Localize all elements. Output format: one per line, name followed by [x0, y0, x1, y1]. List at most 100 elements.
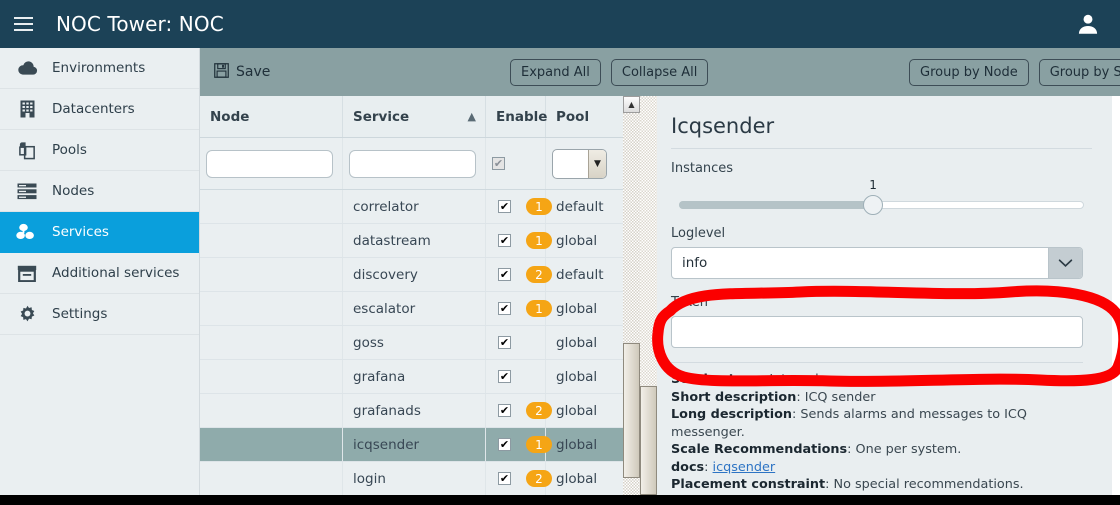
cell-service: login	[343, 462, 486, 495]
cell-node	[200, 292, 343, 325]
cell-node	[200, 190, 343, 223]
detail-scrollbar-thumb[interactable]	[640, 386, 657, 495]
filter-cell-service	[343, 138, 486, 189]
app-title: NOC Tower: NOC	[56, 12, 224, 36]
instances-value: 1	[869, 178, 877, 192]
table-row[interactable]: grafana ✔ global	[200, 360, 639, 394]
instance-count-badge: 1	[526, 436, 552, 453]
sidebar-item-label: Additional services	[52, 265, 180, 281]
instance-count-badge: 2	[526, 470, 552, 487]
gear-icon	[14, 304, 40, 324]
sidebar-item-pools[interactable]: Pools	[0, 130, 199, 171]
cell-service: grafanads	[343, 394, 486, 427]
instance-count-badge: 2	[526, 402, 552, 419]
column-header-label: Pool	[556, 108, 590, 125]
metadata-line: docs: icqsender	[671, 459, 776, 475]
save-button-label: Save	[236, 64, 271, 80]
grid-scroll-up-button[interactable]: ▲	[623, 96, 640, 113]
slider-fill	[679, 201, 873, 209]
table-row[interactable]: icqsender ✔ 1 global	[200, 428, 639, 462]
metadata-key: Short description	[671, 389, 797, 405]
cell-node	[200, 224, 343, 257]
grouping-button-group: Group by Node Group by Service	[909, 58, 1120, 86]
sidebar-item-nodes[interactable]: Nodes	[0, 171, 199, 212]
service-detail-panel: Icqsender Instances 1 Loglevel info Toke…	[657, 96, 1112, 495]
metadata-line: Placement constraint: No special recomme…	[671, 477, 1024, 492]
expand-all-button[interactable]: Expand All	[510, 58, 601, 86]
loglevel-selected-value: info	[682, 255, 708, 271]
sort-ascending-icon: ▲	[467, 110, 476, 123]
enable-checkbox[interactable]: ✔	[498, 370, 511, 383]
service-filter-input[interactable]	[349, 149, 476, 178]
table-row[interactable]: discovery ✔ 2 default	[200, 258, 639, 292]
sidebar-item-label: Settings	[52, 306, 108, 322]
cell-service: correlator	[343, 190, 486, 223]
instances-slider[interactable]: 1	[671, 178, 1092, 216]
filter-cell-enable: ✔	[486, 138, 546, 189]
table-row[interactable]: goss ✔ global	[200, 326, 639, 360]
grid-scrollbar-thumb[interactable]	[623, 343, 640, 478]
grid-filter-row: ✔ ▼	[200, 138, 639, 190]
grid-vertical-scrollbar[interactable]: ▲	[623, 96, 640, 495]
sidebar-item-datacenters[interactable]: Datacenters	[0, 89, 199, 130]
cell-enable: ✔	[486, 360, 546, 393]
slider-thumb[interactable]	[863, 195, 884, 215]
enable-checkbox[interactable]: ✔	[498, 438, 511, 451]
pool-filter-select[interactable]: ▼	[552, 148, 607, 179]
save-button[interactable]: Save	[214, 62, 271, 82]
cell-node	[200, 360, 343, 393]
collapse-all-button[interactable]: Collapse All	[610, 58, 709, 86]
instance-count-badge: 1	[526, 198, 552, 215]
filter-cell-node	[200, 138, 343, 189]
hamburger-menu-icon[interactable]	[0, 0, 46, 48]
sidebar-item-label: Environments	[52, 60, 146, 76]
instances-label: Instances	[671, 161, 734, 176]
user-avatar-icon[interactable]	[1070, 6, 1106, 42]
loglevel-select[interactable]: info	[671, 247, 1083, 279]
node-filter-input[interactable]	[206, 149, 333, 178]
enable-checkbox[interactable]: ✔	[498, 302, 511, 315]
bottom-black-bar	[0, 495, 1120, 505]
enable-checkbox[interactable]: ✔	[498, 200, 511, 213]
metadata-line: Short description: ICQ sender	[671, 389, 876, 405]
metadata-key: docs	[671, 459, 705, 475]
table-row[interactable]: datastream ✔ 1 global	[200, 224, 639, 258]
archive-box-icon	[14, 263, 40, 283]
expand-collapse-group: Expand All Collapse All	[510, 58, 709, 86]
metadata-value: One per system.	[855, 442, 962, 457]
column-header-node[interactable]: Node	[200, 96, 343, 137]
cloud-icon	[14, 58, 40, 78]
server-rack-icon	[14, 181, 40, 201]
sidebar-item-settings[interactable]: Settings	[0, 294, 199, 335]
table-row[interactable]: correlator ✔ 1 default	[200, 190, 639, 224]
enable-filter-checkbox[interactable]: ✔	[492, 157, 505, 170]
group-by-service-button[interactable]: Group by Service	[1038, 58, 1120, 86]
token-input[interactable]	[671, 316, 1083, 348]
metadata-key: Service type	[671, 372, 761, 387]
cell-service: datastream	[343, 224, 486, 257]
group-by-node-button[interactable]: Group by Node	[909, 58, 1029, 86]
chevron-down-icon	[1048, 248, 1082, 278]
column-header-enable[interactable]: Enable	[486, 96, 547, 137]
enable-checkbox[interactable]: ✔	[498, 234, 511, 247]
enable-checkbox[interactable]: ✔	[498, 268, 511, 281]
table-row[interactable]: login ✔ 2 global	[200, 462, 639, 495]
cell-node	[200, 326, 343, 359]
column-header-service[interactable]: Service ▲	[343, 96, 486, 137]
cell-service: escalator	[343, 292, 486, 325]
cell-service: grafana	[343, 360, 486, 393]
cell-enable: ✔ 1	[486, 224, 552, 257]
detail-vertical-scrollbar[interactable]	[640, 96, 657, 495]
sidebar-item-additional-services[interactable]: Additional services	[0, 253, 199, 294]
sidebar-item-services[interactable]: Services	[0, 212, 199, 253]
metadata-line: Scale Recommendations: One per system.	[671, 442, 962, 457]
sidebar-item-environments[interactable]: Environments	[0, 48, 199, 89]
table-row[interactable]: grafanads ✔ 2 global	[200, 394, 639, 428]
enable-checkbox[interactable]: ✔	[498, 472, 511, 485]
enable-checkbox[interactable]: ✔	[498, 336, 511, 349]
metadata-link[interactable]: icqsender	[713, 460, 776, 475]
table-row[interactable]: escalator ✔ 1 global	[200, 292, 639, 326]
loglevel-label: Loglevel	[671, 226, 726, 241]
enable-checkbox[interactable]: ✔	[498, 404, 511, 417]
grid-toolbar: Save Expand All Collapse All Group by No…	[200, 48, 1120, 96]
